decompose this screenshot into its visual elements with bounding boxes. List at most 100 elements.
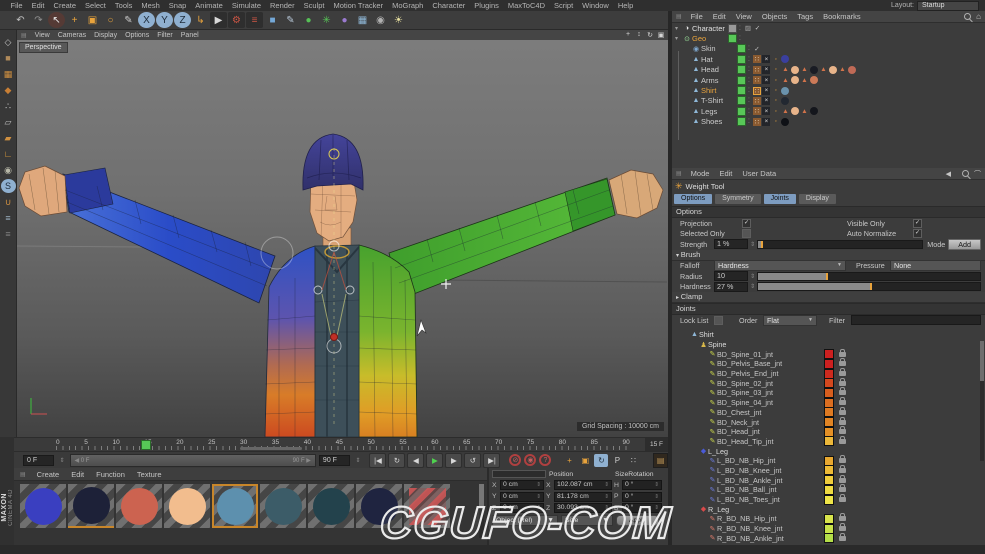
weight-color-swatch[interactable] [824, 455, 834, 466]
object-tag-icon[interactable]: ▲ [781, 76, 789, 84]
object-row[interactable]: ▲ T-Shirt ⁚ ∷ × ◦ [681, 96, 985, 106]
stepper-icon[interactable]: ⇕ [748, 273, 757, 280]
joint-row[interactable]: ✎ BD_Pelvis_End_jnt [672, 368, 985, 379]
object-tag-icon[interactable]: ◦ [772, 87, 780, 95]
toolbar-icon[interactable]: ▶ [210, 12, 227, 28]
lock-icon[interactable] [839, 484, 846, 493]
object-tag-icon[interactable] [781, 86, 790, 95]
lock-icon[interactable] [839, 406, 846, 415]
visibility-dots-icon[interactable]: ⁚ [746, 87, 753, 94]
toolbar-icon[interactable]: ✎ [120, 12, 137, 28]
joint-row[interactable]: ◆ R_Leg [672, 504, 985, 514]
visibility-dots-icon[interactable]: ⁚ [737, 35, 744, 42]
visibility-dots-icon[interactable]: ⁚ [746, 77, 753, 84]
toolbar-icon[interactable]: ↶ [12, 12, 29, 28]
object-manager-menu-item[interactable]: Edit [708, 12, 731, 21]
transport-button[interactable]: ↻ [388, 452, 406, 468]
joint-name[interactable]: R_Leg [708, 505, 729, 514]
object-tag-icon[interactable]: ▲ [800, 66, 808, 74]
menu-item[interactable]: Help [613, 1, 637, 10]
keying-button[interactable]: + [562, 454, 576, 467]
visibility-dots-icon[interactable]: ⁚ [746, 108, 753, 115]
material-menu-item[interactable]: Function [90, 470, 131, 479]
object-tag-icon[interactable]: ◦ [772, 107, 780, 115]
weight-color-swatch[interactable] [824, 387, 834, 398]
filter-field[interactable] [851, 315, 981, 326]
weight-color-swatch[interactable] [824, 475, 834, 486]
attribute-menu-item[interactable]: User Data [737, 169, 781, 178]
home-icon[interactable]: ⌂ [976, 12, 981, 21]
object-manager-menu-item[interactable]: Objects [757, 12, 792, 21]
object-tag-icon[interactable]: ▨ [744, 24, 752, 32]
lock-icon[interactable] [839, 435, 846, 444]
end-frame-field[interactable]: 90 F [318, 454, 351, 466]
attribute-tab[interactable]: Display [798, 194, 836, 204]
attribute-menu-item[interactable]: Edit [714, 169, 737, 178]
object-tag-icon[interactable]: × [762, 86, 771, 95]
visibility-dots-icon[interactable]: ⁚ [737, 25, 744, 32]
object-tag-icon[interactable]: ∷ [752, 96, 761, 105]
object-name[interactable]: Hat [701, 55, 737, 64]
material-swatch[interactable] [212, 484, 258, 528]
material-swatch[interactable] [260, 484, 306, 528]
joint-name[interactable]: BD_Spine_02_jnt [717, 379, 773, 388]
object-tag-icon[interactable] [790, 76, 799, 85]
stepper-icon[interactable]: ⇕ [57, 457, 66, 464]
material-swatch[interactable] [308, 484, 354, 528]
lock-icon[interactable] [839, 358, 846, 367]
object-tag-icon[interactable]: ∷ [752, 117, 761, 126]
joint-row[interactable]: ✎ R_BD_NB_Hip_jnt [672, 513, 985, 524]
layer-color-chip[interactable] [728, 34, 737, 44]
lock-icon[interactable] [839, 523, 846, 532]
strength-field[interactable]: 1 % [714, 239, 748, 250]
joint-name[interactable]: L_BD_NB_Toes_jnt [717, 495, 780, 504]
joint-name[interactable]: R_BD_NB_Hip_jnt [717, 514, 777, 523]
menu-item[interactable]: Simulate [227, 1, 265, 10]
joint-row[interactable]: ✎ BD_Pelvis_Base_jnt [672, 358, 985, 369]
menu-item[interactable]: Create [49, 1, 81, 10]
hardness-slider[interactable] [757, 282, 981, 292]
strength-slider[interactable] [757, 239, 924, 249]
falloff-dropdown[interactable]: Hardness ▼ [714, 260, 846, 272]
layer-color-chip[interactable] [737, 86, 746, 96]
material-swatch[interactable] [164, 484, 210, 528]
rail-tool-icon[interactable]: ▰ [1, 131, 16, 145]
radius-field[interactable]: 10 [714, 271, 748, 282]
object-tag-icon[interactable]: ✓ [753, 45, 761, 53]
object-tag-icon[interactable]: ∷ [752, 55, 761, 64]
object-row[interactable]: ▲ Arms ⁚ ∷ × ◦ ▲ ▲ [681, 75, 985, 85]
weight-color-swatch[interactable] [824, 465, 834, 476]
menu-item[interactable]: Character [428, 1, 470, 10]
toolbar-icon[interactable]: ○ [102, 12, 119, 28]
joint-name[interactable]: R_BD_NB_Ankle_jnt [717, 534, 784, 543]
joint-row[interactable]: ✎ L_BD_NB_Knee_jnt [672, 464, 985, 476]
layer-color-chip[interactable] [737, 44, 746, 54]
menu-item[interactable]: MaxToC4D [503, 1, 549, 10]
transport-button[interactable]: ▶ [426, 452, 444, 468]
current-frame-marker[interactable] [141, 439, 151, 450]
toolbar-icon[interactable]: ● [336, 12, 353, 28]
joint-row[interactable]: ✎ BD_Spine_03_jnt [672, 387, 985, 398]
joint-row[interactable]: ✎ BD_Neck_jnt [672, 416, 985, 428]
object-tag-icon[interactable]: ∷ [752, 65, 761, 74]
object-row[interactable]: ◉ Skin ⁚ ✓ [681, 44, 985, 54]
joint-name[interactable]: BD_Head_jnt [717, 427, 760, 436]
weight-color-swatch[interactable] [824, 484, 834, 495]
object-tag-icon[interactable]: × [762, 117, 771, 126]
frame-range-slider[interactable]: ◀ 0 F 90 F ▶ [69, 453, 316, 467]
object-tag-icon[interactable] [809, 76, 818, 85]
toolbar-icon[interactable]: ✎ [282, 12, 299, 28]
rail-tool-icon[interactable]: ∟ [1, 147, 16, 161]
layer-color-chip[interactable] [737, 54, 746, 64]
rail-tool-icon[interactable]: ∴ [1, 99, 16, 113]
object-tag-icon[interactable]: ▲ [781, 107, 789, 115]
joint-row[interactable]: ✎ L_BD_NB_Ankle_jnt [672, 474, 985, 486]
rail-tool-icon[interactable]: ≡ [1, 227, 16, 241]
keying-button[interactable]: P [610, 454, 624, 467]
camera-label[interactable]: Perspective [19, 42, 68, 53]
transport-button[interactable]: ▶ [445, 452, 463, 468]
lock-icon[interactable] [839, 397, 846, 406]
object-tag-icon[interactable]: ▲ [781, 66, 789, 74]
joint-name[interactable]: BD_Chest_jnt [717, 408, 761, 417]
joint-row[interactable]: ✎ BD_Spine_01_jnt [672, 348, 985, 360]
